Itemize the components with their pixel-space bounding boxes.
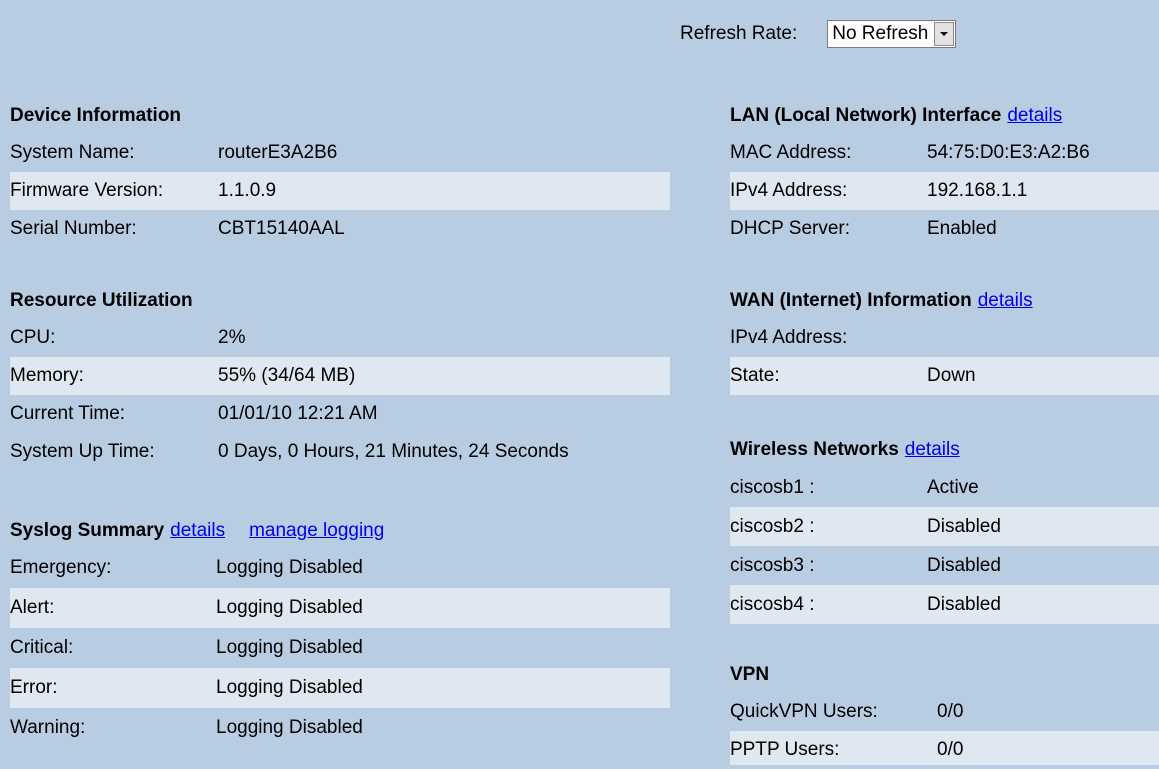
row-label: Firmware Version: (10, 180, 164, 201)
table-row: Error: Logging Disabled (10, 668, 670, 708)
table-row: QuickVPN Users: 0/0 (730, 693, 1159, 731)
row-label: CPU: (10, 327, 56, 348)
table-row: System Name: routerE3A2B6 (10, 134, 670, 172)
row-value: Down (927, 365, 976, 386)
refresh-rate-label: Refresh Rate: (680, 23, 798, 44)
table-row: ciscosb2 : Disabled (730, 507, 1159, 546)
table-row: Emergency: Logging Disabled (10, 548, 670, 588)
section-title-row: WAN (Internet) Information details (730, 283, 1159, 319)
section-title-row: Syslog Summary details manage logging (10, 514, 670, 548)
table-row: MAC Address: 54:75:D0:E3:A2:B6 (730, 134, 1159, 172)
row-value: 1.1.0.9 (218, 180, 277, 201)
table-row: ciscosb3 : Disabled (730, 546, 1159, 585)
syslog-summary-section: Syslog Summary details manage logging Emer… (10, 514, 670, 748)
table-row: DHCP Server: Enabled (730, 210, 1159, 248)
row-value: Logging Disabled (216, 557, 363, 578)
chevron-down-icon[interactable] (934, 22, 955, 46)
section-title-row: Wireless Networks details (730, 432, 1159, 468)
device-information-section: Device Information System Name: routerE3… (10, 98, 670, 248)
section-title: Resource Utilization (10, 290, 193, 311)
section-title: Wireless Networks (730, 439, 899, 460)
row-label: Alert: (10, 597, 55, 618)
refresh-rate-control: Refresh Rate: No Refresh (680, 20, 957, 48)
row-value: Disabled (927, 594, 1001, 615)
row-value: 0/0 (937, 739, 964, 760)
row-value: 2% (218, 327, 246, 348)
row-value: 0/0 (937, 701, 964, 722)
table-row: Firmware Version: 1.1.0.9 (10, 172, 670, 210)
row-label: ciscosb2 : (730, 516, 815, 537)
row-value: Disabled (927, 555, 1001, 576)
row-label: IPv4 Address: (730, 180, 848, 201)
row-label: Current Time: (10, 403, 126, 424)
row-label: ciscosb1 : (730, 477, 815, 498)
row-label: System Up Time: (10, 441, 155, 462)
row-value: Logging Disabled (216, 637, 363, 658)
table-row: Memory: 55% (34/64 MB) (10, 357, 670, 395)
row-label: ciscosb3 : (730, 555, 815, 576)
table-row: IPv4 Address: 192.168.1.1 (730, 172, 1159, 210)
row-label: System Name: (10, 142, 135, 163)
vpn-section: VPN QuickVPN Users: 0/0 PPTP Users: 0/0 (730, 657, 1159, 765)
row-label: Warning: (10, 717, 86, 738)
table-row: Alert: Logging Disabled (10, 588, 670, 628)
section-title: LAN (Local Network) Interface (730, 105, 1002, 126)
section-title: Syslog Summary (10, 520, 165, 541)
row-value: Logging Disabled (216, 597, 363, 618)
lan-details-link[interactable]: details (1007, 105, 1062, 126)
row-value: CBT15140AAL (218, 218, 345, 239)
wan-details-link[interactable]: details (978, 290, 1033, 311)
row-label: Error: (10, 677, 58, 698)
table-row: System Up Time: 0 Days, 0 Hours, 21 Minu… (10, 433, 670, 471)
syslog-details-link[interactable]: details (170, 520, 225, 541)
row-value: 192.168.1.1 (927, 180, 1028, 201)
row-label: QuickVPN Users: (730, 701, 878, 722)
wan-information-section: WAN (Internet) Information details IPv4 A… (730, 283, 1159, 395)
row-label: Memory: (10, 365, 84, 386)
row-value: 55% (34/64 MB) (218, 365, 356, 386)
table-row: IPv4 Address: (730, 319, 1159, 357)
row-label: IPv4 Address: (730, 327, 848, 348)
row-label: ciscosb4 : (730, 594, 815, 615)
resource-utilization-section: Resource Utilization CPU: 2% Memory: 55%… (10, 283, 670, 471)
row-value: Disabled (927, 516, 1001, 537)
table-row: State: Down (730, 357, 1159, 395)
section-title: Device Information (10, 105, 182, 126)
row-value: 0 Days, 0 Hours, 21 Minutes, 24 Seconds (218, 441, 569, 462)
row-label: Emergency: (10, 557, 112, 578)
section-title-row: LAN (Local Network) Interface details (730, 98, 1159, 134)
table-row: ciscosb4 : Disabled (730, 585, 1159, 624)
table-row: Serial Number: CBT15140AAL (10, 210, 670, 248)
refresh-rate-value: No Refresh (832, 23, 929, 44)
row-label: MAC Address: (730, 142, 852, 163)
table-row: PPTP Users: 0/0 (730, 731, 1159, 765)
manage-logging-link[interactable]: manage logging (249, 520, 384, 541)
table-row: ciscosb1 : Active (730, 468, 1159, 507)
row-label: PPTP Users: (730, 739, 840, 760)
row-value: Enabled (927, 218, 997, 239)
row-label: DHCP Server: (730, 218, 851, 239)
row-value: Active (927, 477, 979, 498)
row-value: Logging Disabled (216, 677, 363, 698)
row-label: Serial Number: (10, 218, 137, 239)
lan-interface-section: LAN (Local Network) Interface details MAC… (730, 98, 1159, 248)
row-value: 54:75:D0:E3:A2:B6 (927, 142, 1090, 163)
row-value: routerE3A2B6 (218, 142, 338, 163)
table-row: Warning: Logging Disabled (10, 708, 670, 748)
table-row: CPU: 2% (10, 319, 670, 357)
wireless-networks-section: Wireless Networks details ciscosb1 : Acti… (730, 432, 1159, 624)
wireless-details-link[interactable]: details (905, 439, 960, 460)
table-row: Critical: Logging Disabled (10, 628, 670, 668)
table-row: Current Time: 01/01/10 12:21 AM (10, 395, 670, 433)
refresh-rate-select[interactable]: No Refresh (827, 20, 957, 48)
section-title: WAN (Internet) Information (730, 290, 972, 311)
row-label: Critical: (10, 637, 74, 658)
row-value: Logging Disabled (216, 717, 363, 738)
section-title: VPN (730, 664, 770, 685)
row-value: 01/01/10 12:21 AM (218, 403, 378, 424)
row-label: State: (730, 365, 780, 386)
